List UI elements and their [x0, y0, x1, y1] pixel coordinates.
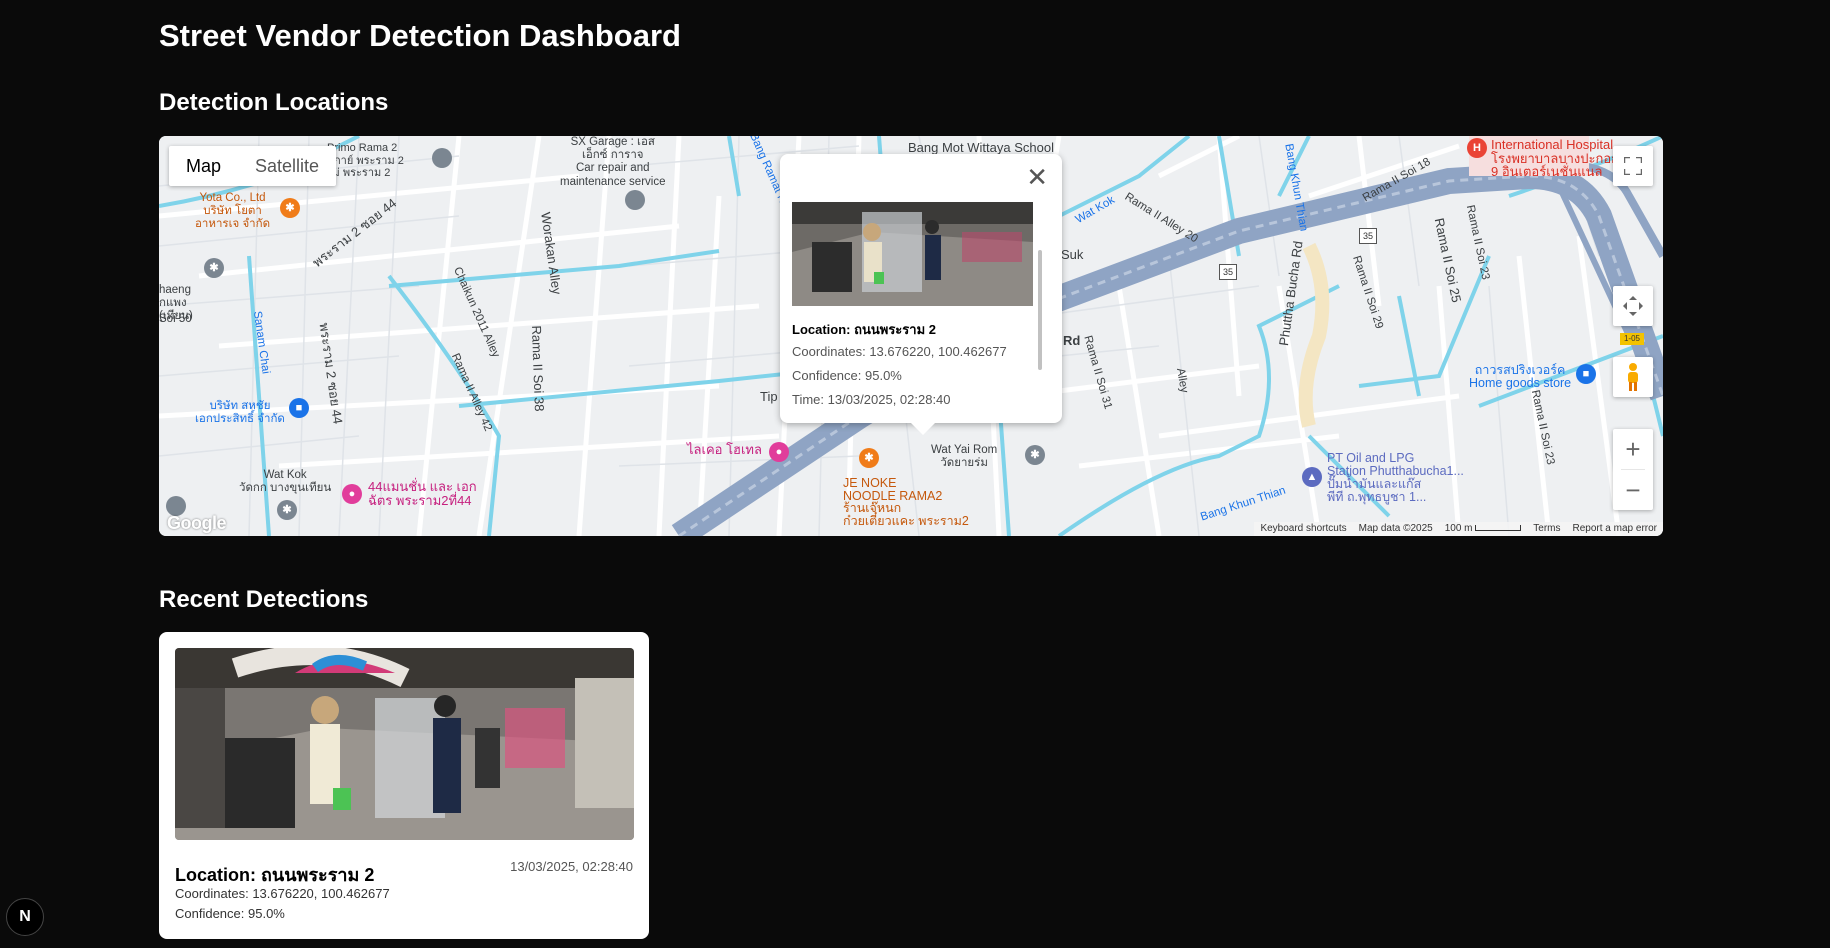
recent-detections-heading: Recent Detections	[159, 586, 369, 613]
detection-image	[792, 202, 1033, 306]
gas-station-pin-icon[interactable]: ▲	[1302, 467, 1322, 487]
popup-location: Location: ถนนพระราม 2	[792, 322, 936, 337]
map-label-mansion: 44แมนชั่น และ เอก ฉัตร พระราม2ที่44	[368, 479, 477, 508]
card-confidence: Confidence: 95.0%	[175, 906, 285, 921]
popup-scrollbar[interactable]	[1038, 250, 1042, 370]
close-icon[interactable]: ✕	[1026, 162, 1048, 192]
map-label-soi50: Soi 50	[159, 313, 192, 325]
framework-badge[interactable]: N	[6, 898, 44, 936]
map-label-hospital: International Hospital โรงพยาบาลบางปะกอก…	[1491, 137, 1620, 180]
map-label-rd: Rd	[1063, 333, 1081, 348]
temple-pin-icon-2[interactable]: ✱	[1025, 445, 1045, 465]
card-coordinates: Coordinates: 13.676220, 100.462677	[175, 886, 390, 901]
hotel-pin-icon-2[interactable]: ●	[769, 442, 789, 462]
zoom-in-icon[interactable]: +	[1613, 429, 1653, 469]
terms-link[interactable]: Terms	[1533, 522, 1560, 536]
map-label-yota: Yota Co., Ltd บริษัท โยตา อาหารเจ จำกัด	[195, 192, 271, 231]
popup-confidence: Confidence: 95.0%	[792, 368, 902, 383]
pegman-icon[interactable]	[1613, 357, 1653, 397]
fullscreen-icon[interactable]	[1613, 146, 1653, 186]
temple-pin-icon[interactable]: ✱	[277, 500, 297, 520]
route-shield: 35	[1359, 228, 1377, 244]
popup-time: Time: 13/03/2025, 02:28:40	[792, 392, 951, 407]
map-type-map-button[interactable]: Map	[169, 146, 238, 186]
route-shield-2: 35	[1219, 264, 1237, 280]
detection-locations-heading: Detection Locations	[159, 89, 389, 116]
restaurant-pin-icon[interactable]: ✱	[280, 198, 300, 218]
page-title: Street Vendor Detection Dashboard	[159, 18, 681, 53]
shop-pin-icon-2[interactable]: ■	[1576, 364, 1596, 384]
scale-bar[interactable]: 100 m	[1445, 522, 1522, 536]
zoom-control: + −	[1613, 429, 1653, 510]
map-label-rama2-soi38: Rama II Soi 38	[528, 325, 547, 412]
map-label-primo: Primo Rama 2 ศูกาย์ พระราม 2 ไม่ พระราม …	[327, 142, 404, 180]
map-label-hotel: ไลเคอ โฮเทล	[687, 442, 762, 457]
map-label-ekprasit: บริษัท สหชัย เอกประสิทธิ์ จำกัด	[195, 400, 285, 426]
map-type-satellite-button[interactable]: Satellite	[238, 146, 336, 186]
map-label-wat-kok: Wat Kok วัดกก บางขุนเทียน	[239, 469, 332, 495]
map-type-control: Map Satellite	[169, 146, 337, 186]
detection-card-image	[175, 648, 634, 840]
camera-control-icon[interactable]	[1613, 286, 1653, 326]
map-label-home-goods: ถาวรสปริงเวอร์ค Home goods store	[1469, 363, 1572, 391]
map-attribution: Keyboard shortcuts Map data ©2025 100 m …	[1254, 522, 1663, 536]
card-timestamp: 13/03/2025, 02:28:40	[510, 859, 633, 874]
map-label-je-noke: JE NOKE NOODLE RAMA2 ร้านเจ๊หนก ก๋วยเตี๋…	[843, 476, 969, 528]
restaurant-pin-icon-2[interactable]: ✱	[859, 448, 879, 468]
card-location: Location: ถนนพระราม 2	[175, 865, 375, 885]
detection-card[interactable]: Location: ถนนพระราม 2 13/03/2025, 02:28:…	[159, 632, 649, 939]
map-data-text: Map data ©2025	[1358, 523, 1433, 534]
keyboard-shortcuts-link[interactable]: Keyboard shortcuts	[1260, 522, 1346, 536]
map-pin-primo[interactable]	[432, 148, 452, 168]
info-window: ✕ Location: ถนนพระราม 2 Coordinates: 13.…	[780, 154, 1062, 435]
map-label-pt-oil: PT Oil and LPG Station Phutthabucha1... …	[1327, 451, 1464, 505]
expressway-shield: 1-05	[1620, 333, 1644, 345]
hotel-pin-icon[interactable]: ●	[342, 484, 362, 504]
map-pin-haeng[interactable]: ✱	[204, 258, 224, 278]
map-label-tip: Tip	[760, 389, 778, 404]
popup-coordinates: Coordinates: 13.676220, 100.462677	[792, 344, 1007, 359]
map-label-suk: Suk	[1061, 247, 1084, 262]
google-logo: Google	[167, 513, 227, 533]
map-view[interactable]: SX Garage : เอส เอ็กซ์ การาจ Car repair …	[159, 136, 1663, 536]
report-error-link[interactable]: Report a map error	[1573, 522, 1657, 536]
shop-pin-icon[interactable]: ■	[289, 398, 309, 418]
map-label-sx-garage: SX Garage : เอส เอ็กซ์ การาจ Car repair …	[560, 136, 666, 188]
hospital-pin-icon[interactable]: H	[1467, 138, 1487, 158]
map-pin-sx-garage[interactable]	[625, 190, 645, 210]
map-label-wat-yai-rom: Wat Yai Rom วัดยายร่ม	[931, 444, 998, 470]
zoom-out-icon[interactable]: −	[1613, 470, 1653, 510]
